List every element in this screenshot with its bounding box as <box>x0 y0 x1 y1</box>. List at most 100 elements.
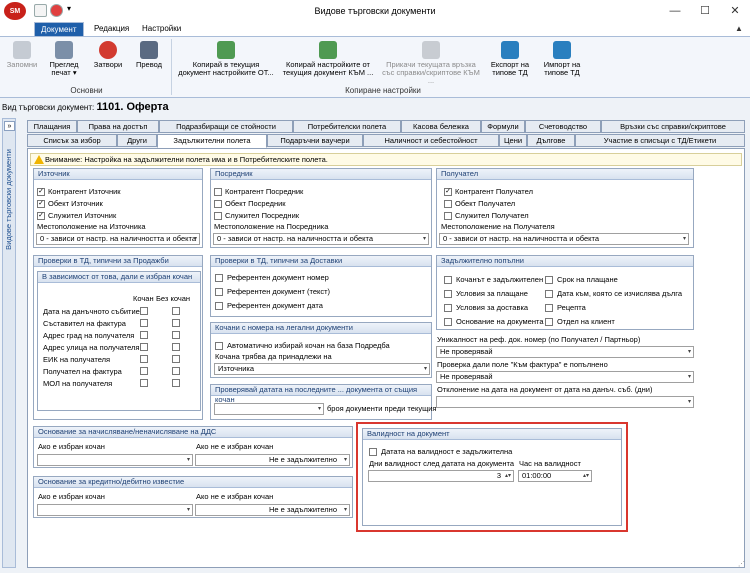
row-1-book-checkbox[interactable] <box>140 319 148 327</box>
recip-location-select[interactable]: 0 - зависи от настр. на наличността и об… <box>439 233 689 245</box>
vat-with-book-select[interactable]: ▾ <box>37 454 193 466</box>
req-payment-terms-checkbox[interactable] <box>444 290 452 298</box>
inter-location-select[interactable]: 0 - зависи от настр. на наличността и об… <box>213 233 429 245</box>
validity-required-checkbox[interactable] <box>369 448 377 456</box>
row-6-book-checkbox[interactable] <box>140 379 148 387</box>
recip-contragent-checkbox[interactable]: ✓ <box>444 188 452 196</box>
spin-icon: ▾ <box>687 399 691 405</box>
tab-other[interactable]: Други <box>117 134 157 147</box>
tab-cash-receipt[interactable]: Касова бележка <box>401 120 481 133</box>
ref-date-checkbox[interactable] <box>215 302 223 310</box>
tab-formulas[interactable]: Формули <box>481 120 525 133</box>
ref-text-checkbox[interactable] <box>215 288 223 296</box>
tab-gift-vouchers[interactable]: Подаръчни ваучери <box>267 134 363 147</box>
recip-object-checkbox[interactable] <box>444 200 452 208</box>
tab-debts[interactable]: Дългове <box>527 134 575 147</box>
close-document-button[interactable]: Затвори <box>90 41 126 83</box>
save-button[interactable]: Запомни <box>4 41 40 83</box>
row-0-book-checkbox[interactable] <box>140 307 148 315</box>
ref-number-checkbox[interactable] <box>215 274 223 282</box>
tab-stock-cost[interactable]: Наличност и себестойност <box>363 134 499 147</box>
req-delivery-terms-checkbox[interactable] <box>444 304 452 312</box>
panel-required: Задължително попълни Кочанът е задължите… <box>436 255 694 330</box>
vat-without-book-select[interactable]: Не е задължително ▾ <box>195 454 350 466</box>
ribbon-collapse-icon[interactable]: ▲ <box>735 24 743 33</box>
auto-book-label: Автоматично избирай кочан на база Подред… <box>227 341 390 350</box>
recip-employee-checkbox[interactable] <box>444 212 452 220</box>
window-title: Видове търговски документи <box>314 6 436 16</box>
credit-without-book-select[interactable]: Не е задължително ▾ <box>195 504 350 516</box>
row-1-nobook-checkbox[interactable] <box>172 319 180 327</box>
row-4-book-checkbox[interactable] <box>140 355 148 363</box>
tab-lists-labels[interactable]: Участие в списъци с ТД/Етикети <box>575 134 745 147</box>
warning-bar: Внимание: Настройка на задължителни поле… <box>30 153 742 166</box>
credit-with-book-select[interactable]: ▾ <box>37 504 193 516</box>
source-contragent-checkbox[interactable]: ✓ <box>37 188 45 196</box>
req-doc-basis-checkbox[interactable] <box>444 318 452 326</box>
source-object-checkbox[interactable]: ✓ <box>37 200 45 208</box>
sidebar-expand-icon[interactable]: » <box>4 121 15 131</box>
row-6-nobook-checkbox[interactable] <box>172 379 180 387</box>
sidebar-label[interactable]: Видове търговски документи <box>4 149 16 250</box>
tab-prices[interactable]: Цени <box>499 134 527 147</box>
uniqueness-select[interactable]: Не проверявай ▾ <box>436 346 694 358</box>
req-debt-date-checkbox[interactable] <box>545 290 553 298</box>
chevron-down-icon: ▾ <box>687 374 691 380</box>
tab-access-rights[interactable]: Права на достъп <box>77 120 159 133</box>
inter-object-checkbox[interactable] <box>214 200 222 208</box>
date-check-count-input[interactable]: ▾ <box>214 403 324 415</box>
close-button[interactable]: ✕ <box>720 0 750 22</box>
chevron-down-icon: ▾ <box>186 507 190 513</box>
validity-hour-input[interactable]: 01:00:00 ▴▾ <box>518 470 592 482</box>
doc-type-value: 1101. Оферта <box>96 101 169 113</box>
req-client-dept-checkbox[interactable] <box>545 318 553 326</box>
inter-employee-checkbox[interactable] <box>214 212 222 220</box>
req-recipe-checkbox[interactable] <box>545 304 553 312</box>
tab-accounting[interactable]: Счетоводство <box>525 120 601 133</box>
tab-default-values[interactable]: Подразбиращи се стойности <box>159 120 293 133</box>
row-0-nobook-checkbox[interactable] <box>172 307 180 315</box>
auto-book-checkbox[interactable] <box>215 342 223 350</box>
row-2-nobook-checkbox[interactable] <box>172 331 180 339</box>
row-3-book-checkbox[interactable] <box>140 343 148 351</box>
tab-user-fields[interactable]: Потребителски полета <box>293 120 401 133</box>
copy-to-button[interactable]: Копирай настройките от текущия документ … <box>280 41 376 83</box>
tab-choice-list[interactable]: Списък за избор <box>27 134 117 147</box>
req-payment-due-label: Срок на плащане <box>557 275 618 284</box>
source-employee-checkbox[interactable]: ✓ <box>37 212 45 220</box>
row-invoice-author: Съставител на фактура <box>43 319 126 328</box>
validity-days-input[interactable]: 3 ▴▾ <box>368 470 514 482</box>
tab-payments[interactable]: Плащания <box>27 120 77 133</box>
row-3-nobook-checkbox[interactable] <box>172 343 180 351</box>
req-book-checkbox[interactable] <box>444 276 452 284</box>
doc-type-label: Вид търговски документ: <box>2 103 95 112</box>
req-payment-due-checkbox[interactable] <box>545 276 553 284</box>
tab-reports-links[interactable]: Връзки със справки/скриптове <box>601 120 745 133</box>
row-5-book-checkbox[interactable] <box>140 367 148 375</box>
book-belongs-select[interactable]: Източника ▾ <box>214 363 430 375</box>
inter-contragent-label: Контрагент Посредник <box>225 187 304 196</box>
maximize-button[interactable]: ☐ <box>690 0 720 22</box>
invoice-check-select[interactable]: Не проверявай ▾ <box>436 371 694 383</box>
ribbon-tab-settings[interactable]: Настройки <box>136 22 187 36</box>
row-2-book-checkbox[interactable] <box>140 331 148 339</box>
ribbon-tab-edit[interactable]: Редакция <box>88 22 135 36</box>
inter-contragent-checkbox[interactable] <box>214 188 222 196</box>
source-location-select[interactable]: 0 - зависи от настр. на наличността и об… <box>36 233 200 245</box>
attach-button[interactable]: Прикачи текущата връзка със справки/скри… <box>380 41 482 85</box>
deviation-input[interactable]: ▾ <box>436 396 694 408</box>
minimize-button[interactable]: — <box>660 0 690 22</box>
validity-hour-label: Час на валидност <box>519 459 581 468</box>
resize-grip-icon[interactable]: ⋰ <box>738 560 748 570</box>
translate-button[interactable]: Превод <box>130 41 168 83</box>
ribbon-tab-document[interactable]: Документ <box>34 22 84 36</box>
print-preview-button[interactable]: Преглед печат ▾ <box>44 41 84 83</box>
panel-checks-sales-title: Проверки в ТД, типични за Продажби <box>34 256 202 267</box>
row-5-nobook-checkbox[interactable] <box>172 367 180 375</box>
row-4-nobook-checkbox[interactable] <box>172 355 180 363</box>
sidebar: » Видове търговски документи <box>2 118 16 568</box>
export-button[interactable]: Експорт на типове ТД <box>486 41 534 83</box>
import-button[interactable]: Импорт на типове ТД <box>538 41 586 83</box>
tab-required-fields[interactable]: Задължителни полета <box>157 134 267 148</box>
copy-from-button[interactable]: Копирай в текущия документ настройките О… <box>178 41 274 83</box>
